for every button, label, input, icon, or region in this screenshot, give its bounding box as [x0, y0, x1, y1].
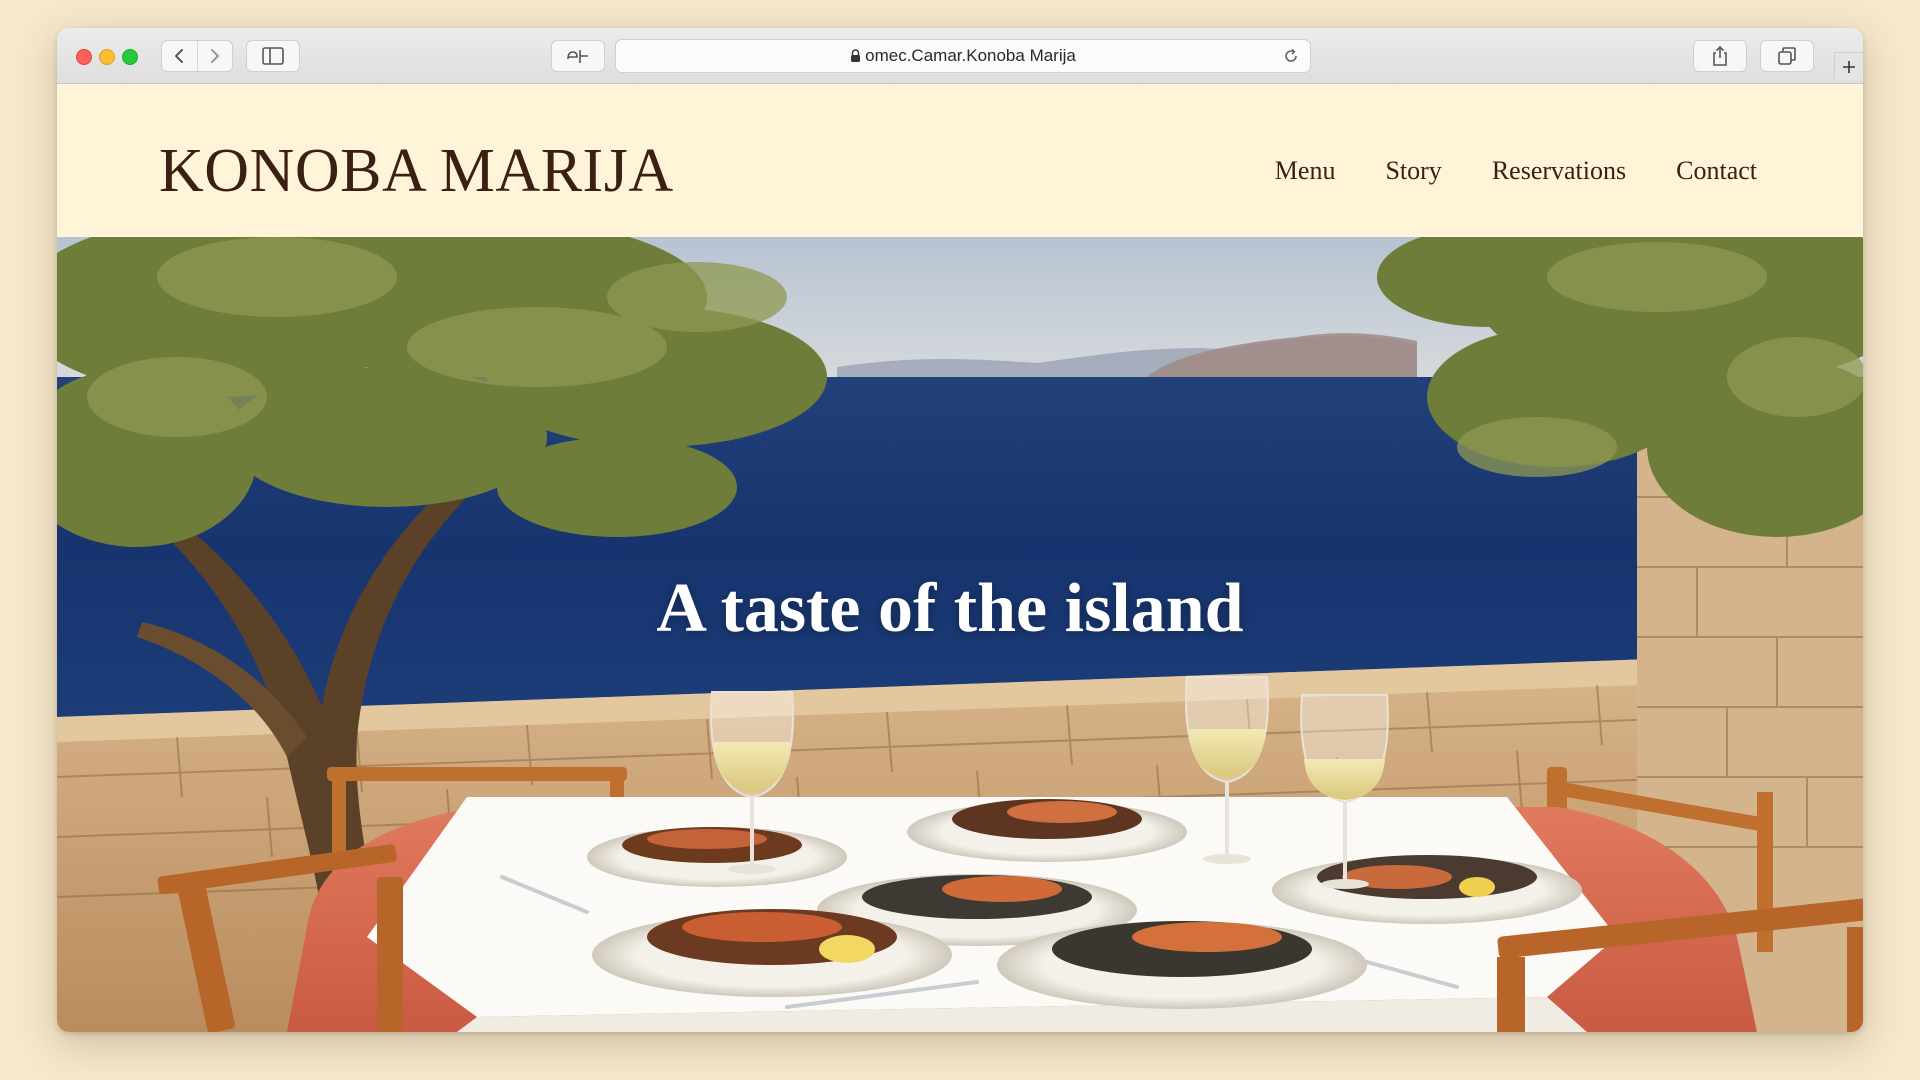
site-logo[interactable]: KONOBA MARIJA	[159, 140, 674, 202]
sidebar-icon	[262, 47, 284, 65]
hero-title: A taste of the island	[656, 569, 1244, 647]
address-bar[interactable]: omec.Camar.Konoba Marija	[615, 39, 1311, 73]
url-text-wrap: omec.Camar.Konoba Marija	[616, 40, 1310, 72]
chevron-right-icon	[210, 49, 219, 63]
tabs-overview-button[interactable]	[1760, 40, 1814, 72]
nav-menu-link[interactable]: Menu	[1275, 156, 1336, 186]
hero-section: A taste of the island	[57, 237, 1863, 1032]
reload-icon	[1285, 48, 1297, 62]
lock-icon	[850, 49, 861, 63]
nav-story-link[interactable]: Story	[1385, 156, 1441, 186]
forward-button[interactable]	[196, 41, 233, 71]
reader-icon	[567, 50, 588, 63]
share-icon	[1713, 45, 1727, 66]
tabs-icon	[1778, 47, 1796, 65]
url-text: omec.Camar.Konoba Marija	[865, 46, 1076, 65]
minimize-window-button[interactable]	[99, 49, 115, 65]
close-window-button[interactable]	[76, 49, 92, 65]
browser-toolbar: omec.Camar.Konoba Marija	[57, 28, 1863, 84]
reload-button[interactable]	[1282, 47, 1300, 70]
site-header: KONOBA MARIJA Menu Story Reservations Co…	[57, 84, 1863, 237]
reader-button[interactable]	[551, 40, 605, 72]
nav-reservations-link[interactable]: Reservations	[1492, 156, 1626, 186]
sidebar-button[interactable]	[246, 40, 300, 72]
share-button[interactable]	[1693, 40, 1747, 72]
browser-window: omec.Camar.Konoba Marija KONOBA MARIJA M…	[57, 28, 1863, 1032]
zoom-window-button[interactable]	[122, 49, 138, 65]
main-nav: Menu Story Reservations Contact	[1275, 156, 1757, 186]
back-button[interactable]	[162, 41, 197, 71]
history-nav	[161, 40, 233, 72]
nav-contact-link[interactable]: Contact	[1676, 156, 1757, 186]
new-tab-button[interactable]	[1834, 52, 1863, 81]
chevron-left-icon	[175, 49, 184, 63]
plus-icon	[1843, 61, 1855, 73]
